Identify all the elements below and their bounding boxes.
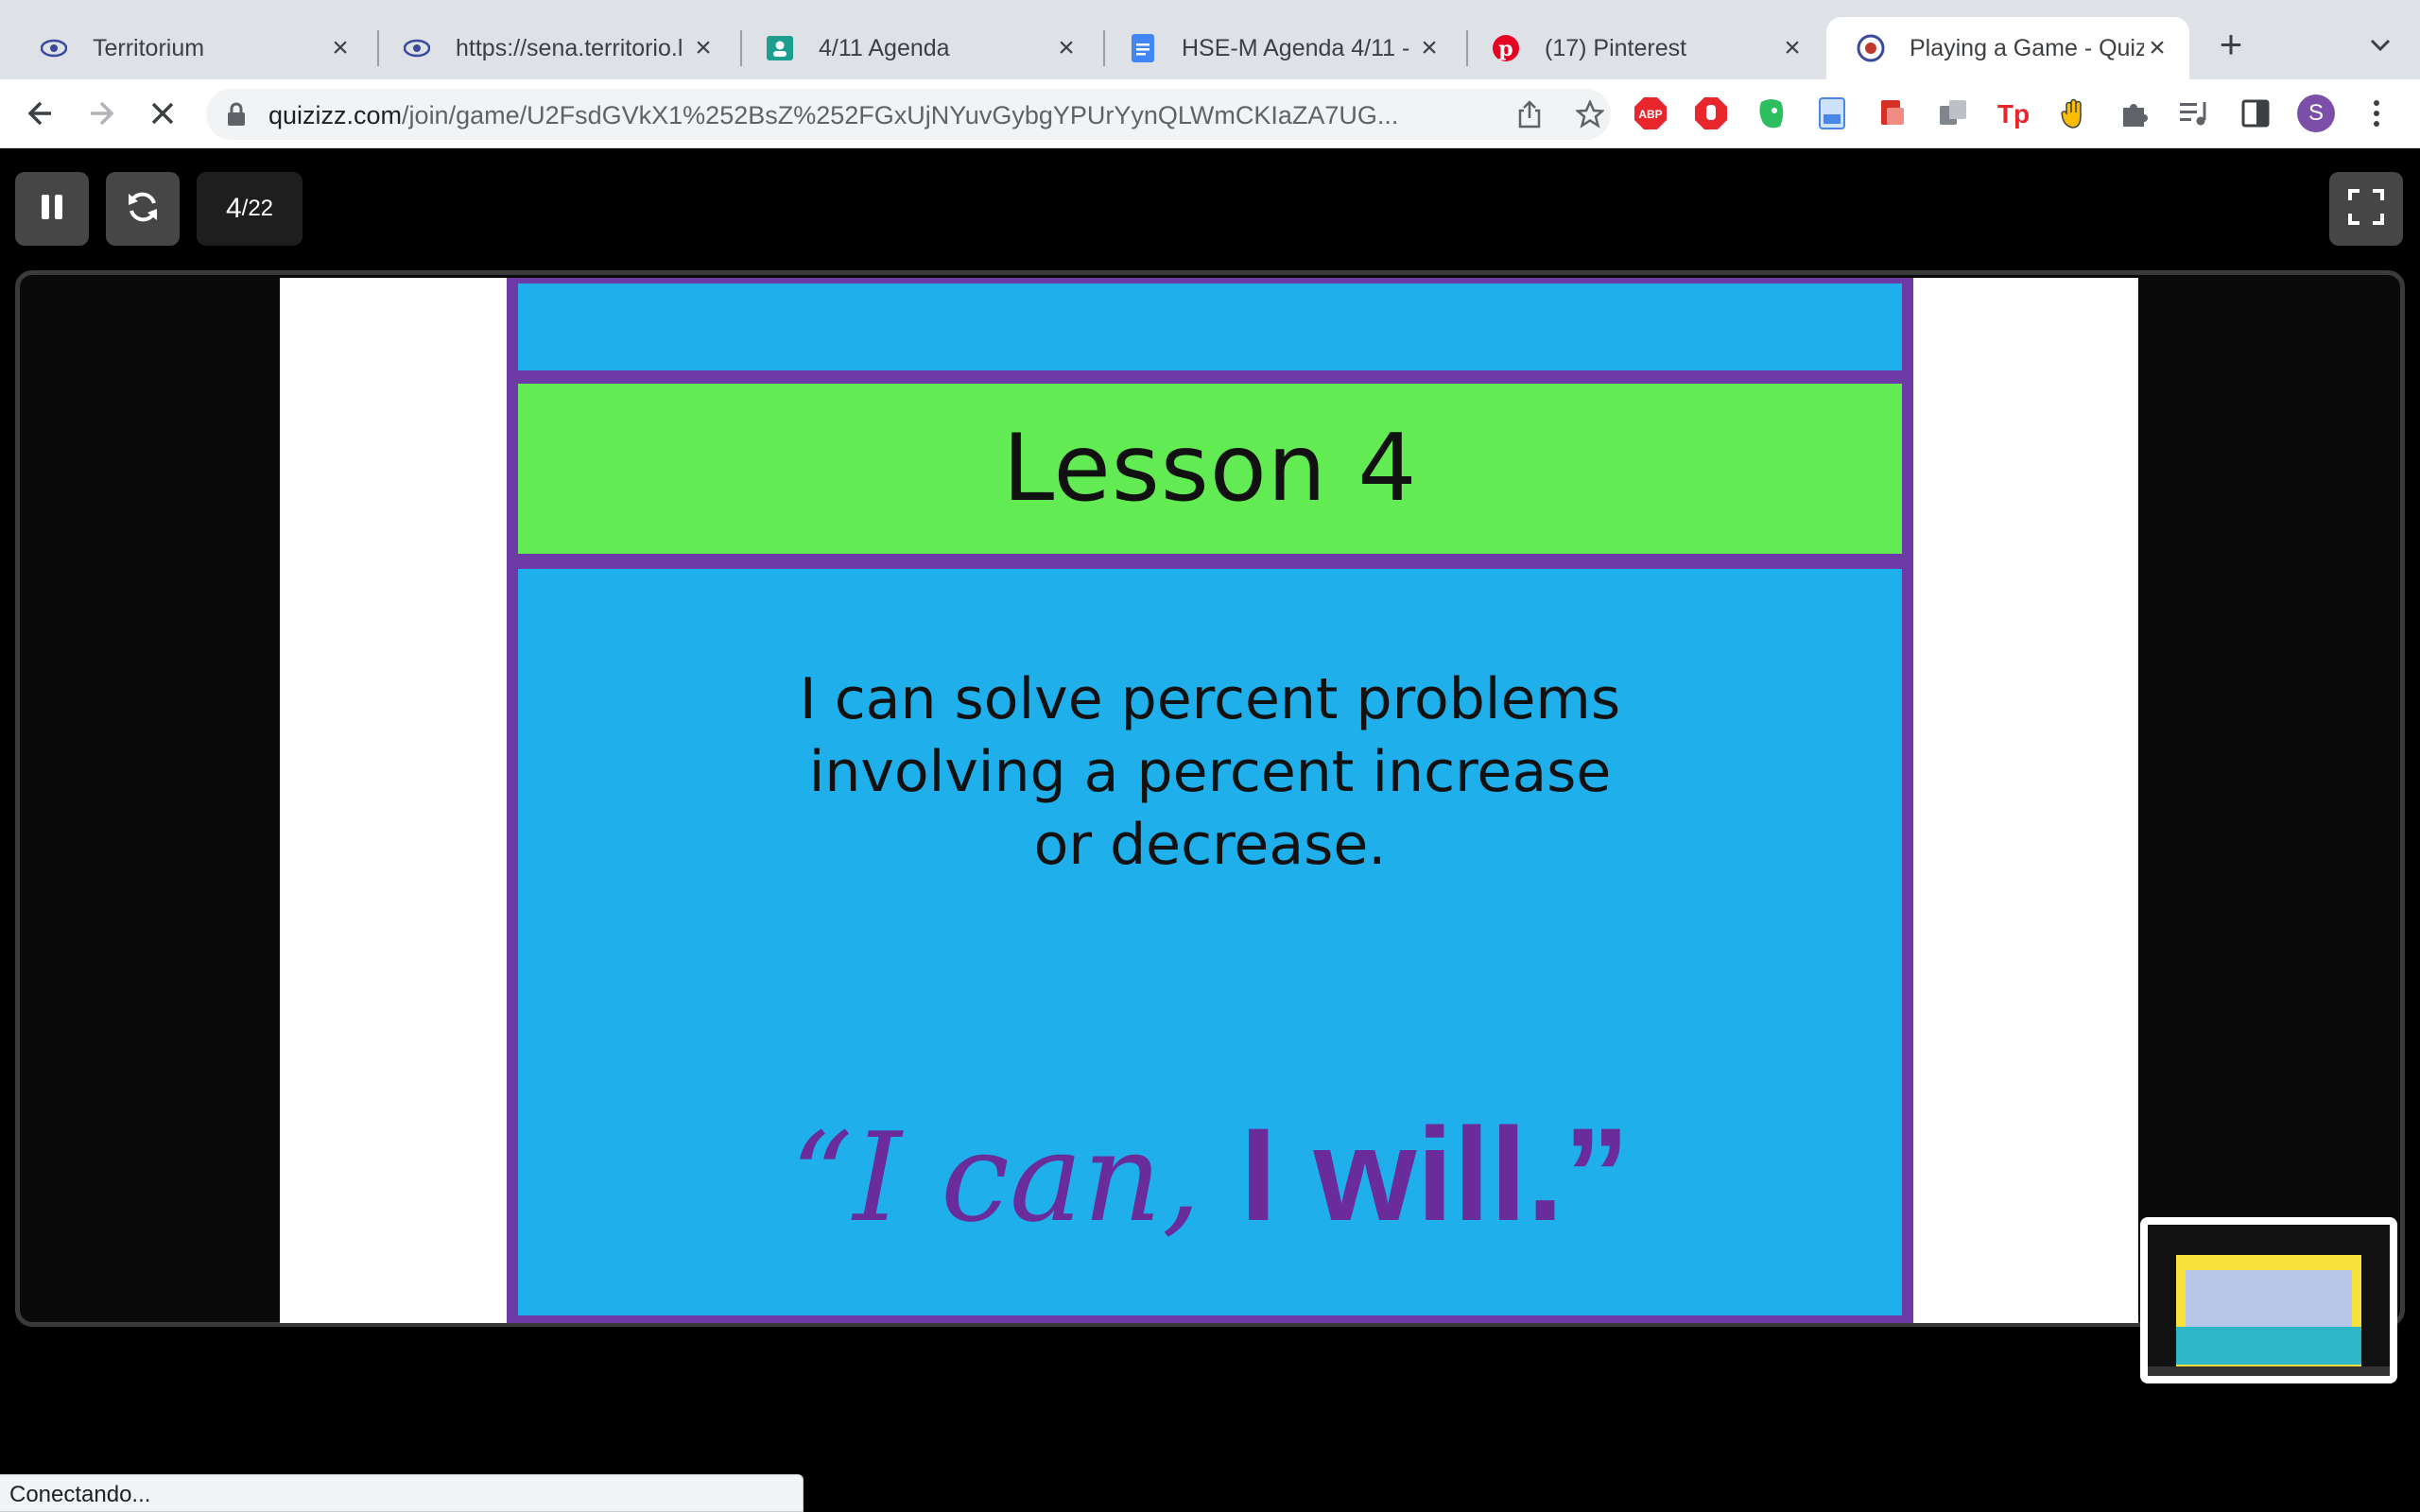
tab-sena-territorio[interactable]: https://sena.territorio.l ×	[372, 17, 735, 79]
tab-title: (17) Pinterest	[1545, 34, 1687, 61]
motto-part-i-will: I will.”	[1239, 1100, 1631, 1248]
tab-territorium[interactable]: Territorium ×	[9, 17, 372, 79]
slide: Lesson 4 I can solve percent problems in…	[507, 278, 1913, 1323]
tab-pinterest[interactable]: p (17) Pinterest ×	[1461, 17, 1824, 79]
close-tab-icon[interactable]: ×	[1779, 32, 1806, 63]
url-domain: quizizz.com	[268, 101, 403, 129]
new-tab-button[interactable]: +	[2214, 25, 2248, 64]
screen-preview-thumbnail[interactable]	[2140, 1217, 2397, 1383]
svg-text:Tp: Tp	[1997, 99, 2030, 129]
url-path: /join/game/U2FsdGVkX1%252BsZ%252FGxUjNYu…	[402, 101, 1399, 129]
extensions-puzzle-icon[interactable]	[2116, 94, 2153, 132]
territorium-eye-icon	[40, 34, 68, 62]
adblock-plus-icon[interactable]: ABP	[1632, 94, 1669, 132]
current-question: 4	[225, 193, 242, 224]
close-tab-icon[interactable]: ×	[1416, 32, 1443, 63]
close-tab-icon[interactable]: ×	[2144, 32, 2170, 63]
thumbnail-band	[2176, 1327, 2361, 1365]
territorium-eye-icon	[403, 34, 431, 62]
thumbnail-image	[2148, 1225, 2390, 1376]
tab-title: https://sena.territorio.l	[456, 34, 683, 61]
learning-target-line: or decrease.	[1033, 812, 1387, 878]
profile-initial: S	[2297, 94, 2335, 132]
pinterest-icon: p	[1492, 34, 1520, 62]
pause-button[interactable]	[15, 172, 89, 246]
pdf-extension-icon[interactable]	[1874, 94, 1911, 132]
slide-body-band: I can solve percent problems involving a…	[518, 569, 1902, 1315]
share-icon[interactable]	[1509, 94, 1550, 135]
learning-target: I can solve percent problems involving a…	[518, 663, 1902, 882]
learning-target-line: involving a percent increase	[808, 739, 1612, 805]
address-bar[interactable]: quizizz.com/join/game/U2FsdGVkX1%252BsZ%…	[206, 89, 1611, 140]
total-questions: /22	[241, 196, 274, 221]
tab-title: Playing a Game - Quiz	[1910, 34, 2144, 61]
tp-extension-icon[interactable]: Tp	[1995, 94, 2032, 132]
motto: “I can, I will.”	[518, 1098, 1902, 1251]
close-tab-icon[interactable]: ×	[690, 32, 717, 63]
quizizz-icon	[1857, 34, 1885, 62]
thumbnail-panel	[2186, 1270, 2352, 1327]
status-bubble: Conectando...	[0, 1474, 804, 1512]
svg-text:ABP: ABP	[1638, 108, 1662, 121]
evernote-icon[interactable]	[1753, 94, 1790, 132]
copy-extension-icon[interactable]	[1934, 94, 1972, 132]
learning-target-line: I can solve percent problems	[799, 666, 1621, 732]
back-button[interactable]	[19, 93, 60, 134]
forward-button[interactable]	[81, 93, 123, 134]
stop-loading-button[interactable]	[142, 93, 183, 134]
bookmark-star-icon[interactable]	[1569, 94, 1611, 135]
close-tab-icon[interactable]: ×	[1053, 32, 1080, 63]
tab-strip: Territorium × https://sena.territorio.l …	[0, 0, 2420, 79]
adblock-hand-icon[interactable]	[1692, 94, 1730, 132]
svg-text:p: p	[1498, 37, 1512, 61]
tab-title: HSE-M Agenda 4/11 - G	[1182, 34, 1416, 61]
fullscreen-button[interactable]	[2329, 172, 2403, 246]
tab-quizizz-active[interactable]: Playing a Game - Quiz ×	[1826, 17, 2189, 79]
profile-avatar[interactable]: S	[2297, 94, 2335, 132]
tab-search-chevron-icon[interactable]	[2363, 28, 2397, 62]
slide-title-band: Lesson 4	[518, 384, 1902, 554]
tab-hse-agenda[interactable]: HSE-M Agenda 4/11 - G ×	[1098, 17, 1461, 79]
tab-agenda[interactable]: 4/11 Agenda ×	[735, 17, 1098, 79]
google-classroom-icon	[766, 34, 794, 62]
lock-icon[interactable]	[227, 102, 246, 131]
more-menu-icon[interactable]	[2358, 94, 2395, 132]
tab-title: 4/11 Agenda	[819, 34, 950, 61]
thumbnail-bar	[2148, 1366, 2390, 1376]
slide-top-band	[518, 284, 1902, 370]
document-extension-icon[interactable]	[1813, 94, 1851, 132]
lesson-title: Lesson 4	[1002, 415, 1418, 523]
browser-toolbar: quizizz.com/join/game/U2FsdGVkX1%252BsZ%…	[0, 79, 2420, 148]
hand-raise-icon[interactable]	[2055, 94, 2093, 132]
url-text[interactable]: quizizz.com/join/game/U2FsdGVkX1%252BsZ%…	[268, 101, 1460, 130]
google-docs-icon	[1129, 34, 1157, 62]
tab-title: Territorium	[93, 34, 205, 61]
refresh-icon	[126, 190, 160, 229]
media-control-icon[interactable]	[2176, 94, 2214, 132]
side-panel-icon[interactable]	[2237, 94, 2274, 132]
question-counter: 4/22	[197, 172, 302, 246]
close-tab-icon[interactable]: ×	[327, 32, 354, 63]
reload-button[interactable]	[106, 172, 180, 246]
pause-icon	[39, 193, 65, 226]
motto-part-i-can: “I can,	[789, 1106, 1240, 1249]
fullscreen-icon	[2347, 188, 2385, 231]
